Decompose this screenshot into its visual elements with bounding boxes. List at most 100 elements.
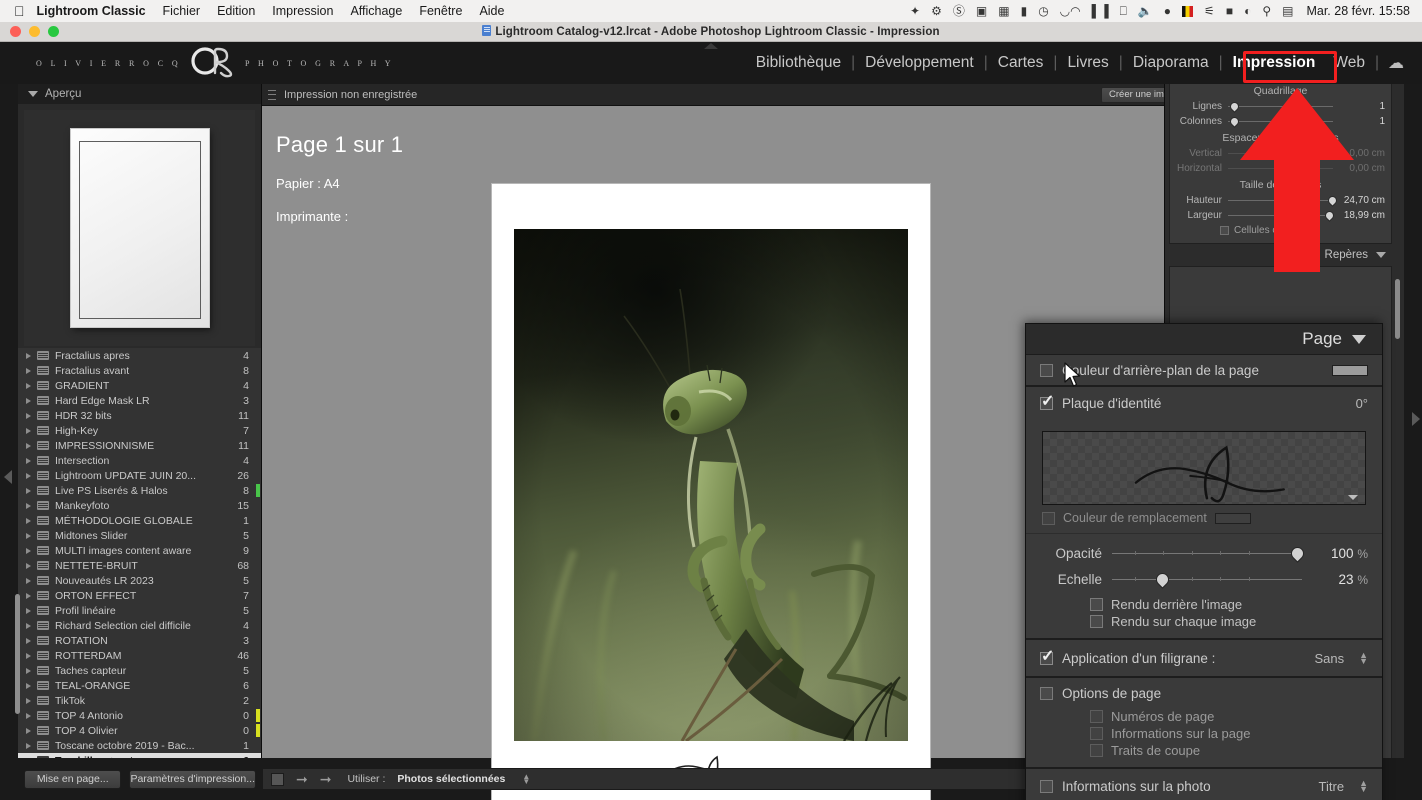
expand-arrow-icon[interactable] (26, 757, 31, 758)
scale-track[interactable] (1112, 569, 1302, 589)
right-panel-collapse-arrow[interactable] (1412, 412, 1420, 426)
folder-row[interactable]: Fractalius avant 8 (18, 363, 261, 378)
expand-arrow-icon[interactable] (26, 472, 31, 479)
identity-plate-checkbox[interactable] (1040, 391, 1054, 411)
belgium-flag-icon[interactable] (1182, 5, 1194, 17)
override-color-swatch[interactable] (1214, 512, 1251, 524)
print-page-sheet[interactable] (492, 184, 930, 800)
expand-arrow-icon[interactable] (26, 622, 31, 629)
arrow-left-icon[interactable]: ➞ (296, 771, 308, 788)
folder-row[interactable]: IMPRESSIONNISME 11 (18, 438, 261, 453)
page-numbers-checkbox[interactable] (1090, 710, 1103, 723)
expand-arrow-icon[interactable] (26, 697, 31, 704)
folder-row[interactable]: ORTON EFFECT 7 (18, 588, 261, 603)
photo-cell[interactable] (514, 229, 908, 741)
dropbox-icon[interactable]: ⚙ (931, 5, 942, 17)
bluetooth-icon[interactable]: ⚟ (1204, 5, 1215, 17)
guides-panel-header[interactable]: Repères (1169, 244, 1392, 266)
folder-row[interactable]: GRADIENT 4 (18, 378, 261, 393)
search-icon[interactable]: ⚲ (1262, 5, 1271, 17)
page-setup-button[interactable]: Mise en page... (24, 769, 122, 789)
stats-icon[interactable]: ▌▐ (1092, 5, 1109, 17)
page-options-row[interactable]: Options de page (1026, 678, 1382, 708)
top-panel-collapse-arrow[interactable] (704, 43, 718, 49)
watermark-value[interactable]: Sans (1314, 651, 1344, 666)
expand-arrow-icon[interactable] (26, 682, 31, 689)
expand-arrow-icon[interactable] (26, 382, 31, 389)
photo-info-stepper-icon[interactable]: ▲ ▼ (1359, 779, 1368, 794)
expand-arrow-icon[interactable] (26, 457, 31, 464)
slider-track[interactable] (1228, 100, 1333, 113)
module-bibliotheque[interactable]: Bibliothèque (747, 51, 850, 75)
folder-row[interactable]: Fractalius apres 4 (18, 348, 261, 363)
expand-arrow-icon[interactable] (26, 742, 31, 749)
siri-icon[interactable]: ● (1164, 5, 1171, 17)
chevron-down-icon[interactable] (1352, 334, 1366, 344)
preview-panel-header[interactable]: Aperçu (18, 84, 261, 104)
slider-track[interactable] (1228, 115, 1333, 128)
folder-row[interactable]: TOP 4 Olivier 0 (18, 723, 261, 738)
slider-track[interactable] (1228, 194, 1339, 207)
square-cells-row[interactable]: Cellules carrées (1176, 225, 1385, 236)
expand-arrow-icon[interactable] (26, 607, 31, 614)
screen-record-icon[interactable]: ▣ (976, 5, 987, 17)
expand-arrow-icon[interactable] (26, 487, 31, 494)
render-behind-row[interactable]: Rendu derrière l'image (1026, 596, 1382, 613)
menu-app-name[interactable]: Lightroom Classic (37, 4, 146, 18)
watermark-stepper-icon[interactable]: ▲ ▼ (1359, 651, 1368, 666)
page-options-checkbox[interactable] (1040, 686, 1053, 700)
menu-item-impression[interactable]: Impression (272, 4, 333, 18)
scale-knob[interactable] (1152, 569, 1172, 589)
override-color-row[interactable]: Couleur de remplacement (1026, 511, 1382, 533)
expand-arrow-icon[interactable] (26, 652, 31, 659)
module-cartes[interactable]: Cartes (989, 51, 1053, 75)
use-value[interactable]: Photos sélectionnées (397, 773, 505, 785)
bluetooth-file-icon[interactable]: ✦ (910, 5, 920, 17)
display-mirror-icon[interactable]: ▦ (998, 5, 1009, 17)
expand-arrow-icon[interactable] (26, 667, 31, 674)
opacity-knob[interactable] (1287, 543, 1307, 563)
module-impression[interactable]: Impression (1224, 51, 1325, 75)
battery-vertical-icon[interactable]: ▮ (1021, 5, 1028, 17)
folder-row[interactable]: Lightroom UPDATE JUIN 20... 26 (18, 468, 261, 483)
page-grid-icon[interactable] (271, 772, 284, 786)
expand-arrow-icon[interactable] (26, 532, 31, 539)
expand-arrow-icon[interactable] (26, 712, 31, 719)
volume-icon[interactable]: 🔈 (1138, 5, 1153, 17)
crop-marks-row[interactable]: Traits de coupe (1026, 742, 1382, 759)
expand-arrow-icon[interactable] (26, 637, 31, 644)
expand-arrow-icon[interactable] (26, 412, 31, 419)
menu-bar-clock[interactable]: Mar. 28 févr. 15:58 (1306, 4, 1410, 18)
expand-arrow-icon[interactable] (26, 577, 31, 584)
monitor-icon[interactable]: ⎕ (1120, 5, 1127, 17)
folder-row[interactable]: HDR 32 bits 11 (18, 408, 261, 423)
expand-arrow-icon[interactable] (26, 397, 31, 404)
folder-row[interactable]: Intersection 4 (18, 453, 261, 468)
folder-row[interactable]: High-Key 7 (18, 423, 261, 438)
folder-row[interactable]: Mankeyfoto 15 (18, 498, 261, 513)
watermark-row[interactable]: Application d'un filigrane : Sans ▲▼ (1026, 640, 1382, 678)
chevron-down-icon[interactable] (1376, 252, 1386, 258)
apple-icon[interactable]:  (14, 4, 25, 18)
expand-arrow-icon[interactable] (26, 517, 31, 524)
module-diaporama[interactable]: Diaporama (1124, 51, 1218, 75)
expand-arrow-icon[interactable] (26, 592, 31, 599)
module-web[interactable]: Web (1324, 51, 1374, 75)
override-color-checkbox[interactable] (1042, 511, 1055, 525)
folder-row[interactable]: Profil linéaire 5 (18, 603, 261, 618)
folder-row[interactable]: Richard Selection ciel difficile 4 (18, 618, 261, 633)
folder-row[interactable]: Midtones Slider 5 (18, 528, 261, 543)
render-each-row[interactable]: Rendu sur chaque image (1026, 613, 1382, 630)
opacity-track[interactable] (1112, 543, 1307, 563)
crop-marks-checkbox[interactable] (1090, 744, 1103, 757)
identity-plate-preview[interactable] (1042, 431, 1366, 505)
left-panel-scrollbar[interactable] (15, 594, 20, 714)
cloud-icon[interactable]: ☁ (1388, 53, 1404, 73)
folder-row[interactable]: Nouveautés LR 2023 5 (18, 573, 261, 588)
render-behind-checkbox[interactable] (1090, 598, 1103, 611)
left-panel-collapse-arrow[interactable] (4, 470, 12, 484)
arrow-right-icon[interactable]: ➞ (320, 771, 332, 788)
module-livres[interactable]: Livres (1058, 51, 1117, 75)
folder-row[interactable]: TEAL-ORANGE 6 (18, 678, 261, 693)
layout-row-hauteur[interactable]: Hauteur 24,70 cm (1176, 193, 1385, 208)
